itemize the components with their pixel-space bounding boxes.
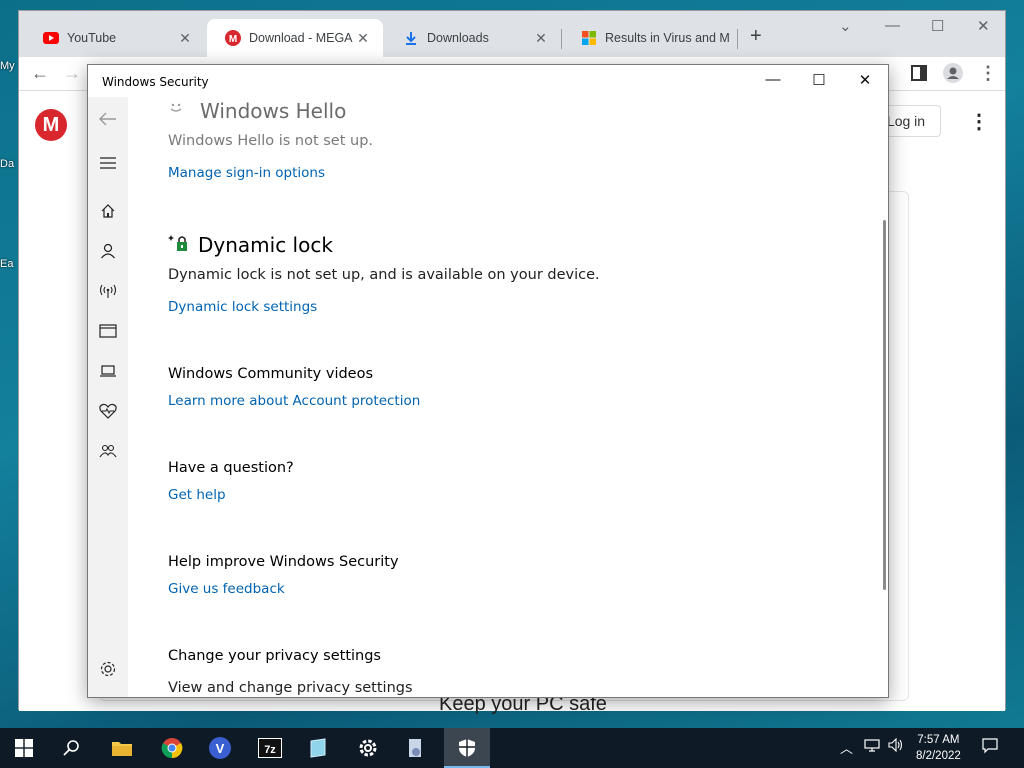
learn-more-account-protection-link[interactable]: Learn more about Account protection — [168, 393, 420, 409]
svg-text:V: V — [216, 741, 225, 756]
notepad-app-icon[interactable] — [304, 734, 332, 762]
windows-security-window: Windows Security — ☐ ✕ Windows Hello Win… — [87, 64, 889, 698]
close-tab-icon[interactable]: ✕ — [353, 30, 373, 47]
minimize-icon[interactable]: — — [885, 17, 900, 34]
give-us-feedback-link[interactable]: Give us feedback — [168, 581, 285, 597]
clock-time: 7:57 AM — [917, 734, 960, 746]
firewall-network-icon[interactable] — [98, 281, 118, 301]
notifications-icon[interactable] — [982, 738, 998, 757]
ws-close-icon[interactable]: ✕ — [845, 71, 885, 89]
account-protection-icon[interactable] — [98, 241, 118, 261]
download-icon — [403, 30, 419, 46]
profile-avatar-icon[interactable] — [943, 63, 963, 88]
privacy-settings-heading: Change your privacy settings — [168, 648, 381, 664]
tab-search-icon[interactable]: ⌄ — [839, 17, 852, 35]
chrome-icon[interactable] — [158, 734, 186, 762]
taskbar-clock[interactable]: 7:57 AM 8/2/2022 — [916, 732, 961, 764]
app-browser-control-icon[interactable] — [98, 321, 118, 341]
view-change-privacy-settings-link[interactable]: View and change privacy settings — [168, 680, 413, 696]
tab-mega-download[interactable]: M Download - MEGA 2 ✕ — [207, 19, 383, 57]
settings-gear-icon[interactable] — [98, 659, 118, 679]
dynamic-lock-icon — [168, 233, 190, 253]
ws-nav-rail — [88, 97, 128, 697]
7zip-icon[interactable]: 7z — [256, 734, 284, 762]
volume-icon[interactable] — [888, 737, 904, 755]
windows-hello-status: Windows Hello is not set up. — [168, 133, 374, 149]
community-videos-heading: Windows Community videos — [168, 366, 374, 382]
ws-scrollbar[interactable] — [883, 220, 886, 590]
windows-hello-icon — [168, 101, 184, 113]
page-menu-icon[interactable]: ⋮ — [969, 109, 989, 134]
tab-title: Download - MEGA 2 — [249, 31, 353, 45]
ws-titlebar: Windows Security — ☐ ✕ — [88, 65, 888, 97]
dynamic-lock-heading: Dynamic lock — [198, 233, 333, 257]
close-tab-icon[interactable]: ✕ — [175, 30, 195, 47]
taskbar: V 7z ︿ 7:57 AM 8/2/2022 — [0, 728, 1024, 768]
hamburger-menu-icon[interactable] — [98, 153, 118, 173]
tab-title: YouTube — [67, 31, 117, 45]
have-a-question-heading: Have a question? — [168, 460, 294, 476]
installer-app-icon[interactable] — [402, 734, 430, 762]
dynamic-lock-status: Dynamic lock is not set up, and is avail… — [168, 267, 600, 283]
search-icon[interactable] — [58, 734, 86, 762]
desktop-icon-label: My — [0, 60, 15, 72]
desktop-icon-label: Ea — [0, 258, 14, 270]
svg-text:M: M — [229, 34, 237, 45]
tab-separator — [561, 29, 562, 49]
mega-icon: M — [225, 30, 241, 46]
svg-text:7z: 7z — [264, 744, 276, 756]
windows-hello-heading: Windows Hello — [200, 99, 347, 123]
home-icon[interactable] — [98, 201, 118, 221]
settings-gear-icon[interactable] — [354, 734, 382, 762]
dynamic-lock-settings-link[interactable]: Dynamic lock settings — [168, 299, 317, 315]
network-icon[interactable] — [864, 738, 880, 755]
tab-youtube[interactable]: YouTube ✕ — [25, 19, 205, 57]
help-improve-heading: Help improve Windows Security — [168, 554, 399, 570]
close-window-icon[interactable]: ✕ — [977, 17, 990, 35]
device-security-icon[interactable] — [98, 361, 118, 381]
manage-sign-in-options-link[interactable]: Manage sign-in options — [168, 165, 325, 181]
tab-title: Downloads — [427, 31, 489, 45]
start-windows-icon[interactable] — [10, 734, 38, 762]
new-tab-button[interactable]: + — [750, 25, 762, 48]
back-arrow-icon[interactable]: ← — [31, 63, 49, 84]
device-health-icon[interactable] — [98, 401, 118, 421]
tab-separator — [737, 29, 738, 49]
show-hidden-icons-chevron-icon[interactable]: ︿ — [840, 738, 853, 757]
clock-date: 8/2/2022 — [916, 750, 961, 762]
ws-minimize-icon[interactable]: — — [753, 71, 793, 88]
youtube-icon — [43, 30, 59, 46]
get-help-link[interactable]: Get help — [168, 487, 226, 503]
maximize-icon[interactable]: ☐ — [931, 17, 944, 35]
microsoft-icon — [581, 30, 597, 46]
tab-title: Results in Virus and M — [605, 31, 730, 45]
mega-logo-icon[interactable]: M — [35, 109, 67, 141]
tab-strip: YouTube ✕ M Download - MEGA 2 ✕ Download… — [19, 11, 1005, 57]
chrome-menu-icon[interactable]: ⋮ — [979, 63, 997, 84]
family-options-icon[interactable] — [98, 441, 118, 461]
desktop-icon-label: Da — [0, 158, 15, 170]
tab-results-virus[interactable]: Results in Virus and M — [563, 19, 733, 57]
tab-downloads[interactable]: Downloads ✕ — [385, 19, 561, 57]
side-panel-icon[interactable] — [911, 65, 927, 86]
back-arrow-icon[interactable] — [98, 109, 118, 129]
ws-window-title: Windows Security — [102, 75, 209, 89]
v-app-icon[interactable]: V — [206, 734, 234, 762]
forward-arrow-icon[interactable]: → — [63, 63, 81, 84]
ws-maximize-icon[interactable]: ☐ — [799, 71, 839, 89]
ws-content-area: Windows Hello Windows Hello is not set u… — [168, 97, 872, 697]
windows-security-shield-icon[interactable] — [453, 734, 481, 762]
close-tab-icon[interactable]: ✕ — [531, 30, 551, 47]
file-explorer-icon[interactable] — [108, 734, 136, 762]
